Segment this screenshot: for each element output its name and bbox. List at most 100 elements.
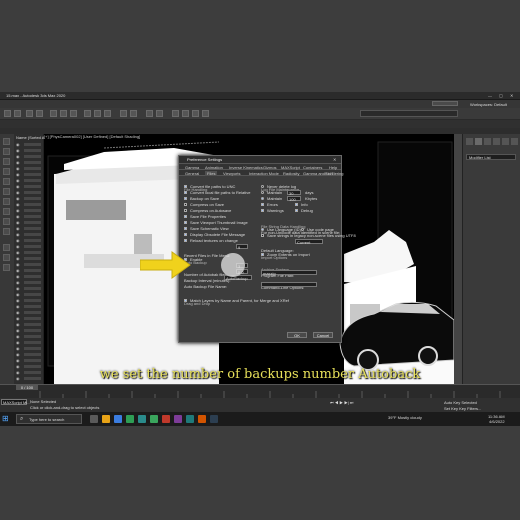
excel-icon[interactable] [126,415,134,423]
list-item[interactable] [24,143,41,146]
visibility-eye-icon[interactable]: ◉ [16,142,20,147]
create-tab-icon[interactable] [466,138,473,145]
list-item[interactable] [24,311,41,314]
app-purple-icon[interactable] [174,415,182,423]
undo-icon[interactable] [4,110,11,117]
list-item[interactable] [24,167,41,170]
project-path-field[interactable] [360,110,458,117]
render-setup-icon[interactable] [182,110,189,117]
list-item[interactable] [24,323,41,326]
errors-checkbox[interactable] [261,203,264,206]
list-item[interactable] [24,329,41,332]
helpers-filter-icon[interactable] [3,188,10,195]
ok-button[interactable]: OK [287,332,307,338]
reload-textures-checkbox[interactable] [184,239,187,242]
visibility-eye-icon[interactable]: ◉ [16,184,20,189]
default-language-dropdown[interactable]: Current [295,239,323,245]
display-tab-icon[interactable] [502,138,509,145]
visibility-eye-icon[interactable]: ◉ [16,358,20,363]
list-item[interactable] [24,191,41,194]
visibility-eye-icon[interactable]: ◉ [16,328,20,333]
tab-files[interactable]: Files [205,171,218,176]
list-item[interactable] [24,275,41,278]
list-item[interactable] [24,245,41,248]
list-item[interactable] [24,305,41,308]
visibility-eye-icon[interactable]: ◉ [16,298,20,303]
list-item[interactable] [24,185,41,188]
list-item[interactable] [24,173,41,176]
app-red-icon[interactable] [162,415,170,423]
list-item[interactable] [24,281,41,284]
list-item[interactable] [24,341,41,344]
lights-filter-icon[interactable] [3,168,10,175]
list-item[interactable] [24,221,41,224]
windows-start-icon[interactable]: ⊞ [2,414,12,424]
info-checkbox[interactable] [295,203,298,206]
maintain-days-input[interactable]: 30 [287,190,301,196]
dialog-close-icon[interactable]: ✕ [333,157,336,162]
spacewarps-filter-icon[interactable] [3,198,10,205]
visibility-eye-icon[interactable]: ◉ [16,292,20,297]
render-frame-icon[interactable] [192,110,199,117]
visibility-eye-icon[interactable]: ◉ [16,274,20,279]
visibility-eye-icon[interactable]: ◉ [16,196,20,201]
list-item[interactable] [24,263,41,266]
minimize-icon[interactable]: — [488,93,492,98]
list-item[interactable] [24,227,41,230]
playback-controls[interactable]: ⏮ ◀ ▶ ▶| ⏭ [330,400,353,405]
match-layers-checkbox[interactable] [184,299,187,302]
visibility-eye-icon[interactable]: ◉ [16,322,20,327]
auto-key-label[interactable]: Auto Key Selected [444,400,477,405]
list-item[interactable] [24,251,41,254]
list-item[interactable] [24,293,41,296]
visibility-eye-icon[interactable]: ◉ [16,286,20,291]
compress-on-autosave-checkbox[interactable] [184,209,187,212]
visibility-eye-icon[interactable]: ◉ [16,280,20,285]
maximize-icon[interactable]: ▢ [499,93,503,98]
workspaces-dropdown[interactable]: Workspaces: Default [470,102,507,107]
align-icon[interactable] [156,110,163,117]
tab-rendering[interactable]: Rendering [325,171,343,176]
app-dark-icon[interactable] [210,415,218,423]
visibility-eye-icon[interactable]: ◉ [16,244,20,249]
backup-on-save-checkbox[interactable] [184,197,187,200]
region-select-icon[interactable] [70,110,77,117]
modifier-list-dropdown[interactable]: Modifier List [466,154,516,160]
visibility-eye-icon[interactable]: ◉ [16,220,20,225]
list-item[interactable] [24,239,41,242]
list-item[interactable] [24,335,41,338]
list-item[interactable] [24,353,41,356]
visibility-eye-icon[interactable]: ◉ [16,148,20,153]
modify-tab-icon[interactable] [475,138,482,145]
visibility-eye-icon[interactable]: ◉ [16,160,20,165]
tab-general[interactable]: General [185,171,199,176]
list-item[interactable] [24,161,41,164]
visibility-eye-icon[interactable]: ◉ [16,268,20,273]
cmd-options-input[interactable] [261,282,317,287]
visibility-eye-icon[interactable]: ◉ [16,178,20,183]
list-item[interactable] [24,197,41,200]
list-item[interactable] [24,203,41,206]
taskbar-search[interactable]: ⌕ Type here to search [16,414,82,424]
visibility-eye-icon[interactable]: ◉ [16,334,20,339]
obsolete-message-checkbox[interactable] [184,233,187,236]
maintain-kb-input[interactable]: 100 [287,196,301,202]
set-key-label[interactable]: Set Key Key Filters... [444,406,481,411]
list-item[interactable] [24,215,41,218]
save-schematic-checkbox[interactable] [184,227,187,230]
rotate-icon[interactable] [94,110,101,117]
visibility-eye-icon[interactable]: ◉ [16,208,20,213]
zoom-extents-checkbox[interactable] [261,253,264,256]
list-item[interactable] [24,257,41,260]
visibility-eye-icon[interactable]: ◉ [16,262,20,267]
task-view-icon[interactable] [90,415,98,423]
visibility-eye-icon[interactable]: ◉ [16,202,20,207]
angle-snap-icon[interactable] [130,110,137,117]
invert-display-icon[interactable] [3,264,10,271]
visibility-eye-icon[interactable]: ◉ [16,316,20,321]
tab-radiosity[interactable]: Radiosity [283,171,299,176]
utilities-tab-icon[interactable] [511,138,518,145]
visibility-eye-icon[interactable]: ◉ [16,154,20,159]
redo-icon[interactable] [14,110,21,117]
link-icon[interactable] [26,110,33,117]
